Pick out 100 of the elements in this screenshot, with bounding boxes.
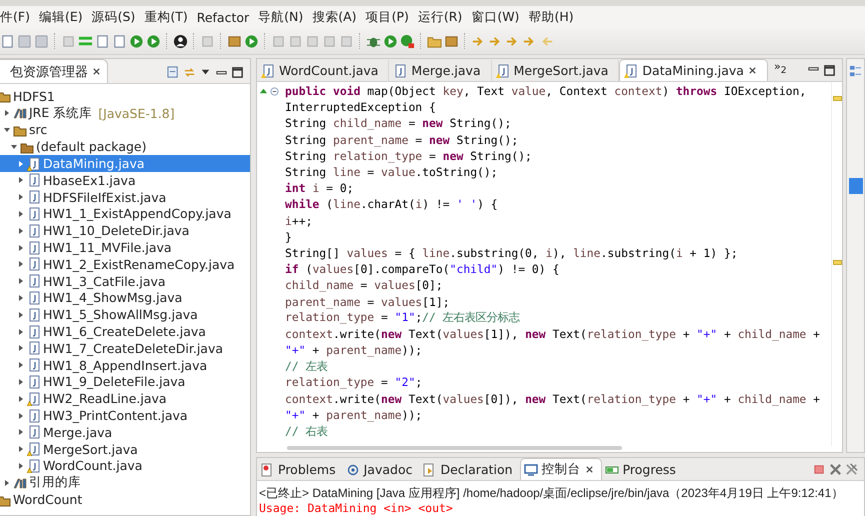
tree-item[interactable]: HW1_5_ShowAllMsg.java bbox=[0, 306, 250, 324]
tree-item[interactable]: 引用的库 bbox=[0, 474, 250, 492]
maximize-icon[interactable] bbox=[823, 64, 836, 76]
close-icon[interactable] bbox=[92, 67, 101, 76]
tree-item[interactable]: HW1_2_ExistRenameCopy.java bbox=[0, 256, 250, 273]
run-icon[interactable] bbox=[400, 34, 415, 48]
menu-item[interactable]: 帮助(H) bbox=[528, 8, 574, 26]
code-line: "+" + parent_name)); bbox=[285, 343, 422, 358]
editor-tab[interactable]: DataMining.java bbox=[619, 59, 768, 81]
tree-item[interactable]: HW1_3_CatFile.java bbox=[0, 272, 250, 290]
panel-tab[interactable]: Progress bbox=[602, 459, 683, 480]
collapsed-arrow-icon[interactable] bbox=[18, 294, 24, 302]
collapsed-arrow-icon[interactable] bbox=[18, 193, 24, 202]
code-line: if (values[0].compareTo("child") != 0) { bbox=[285, 262, 560, 276]
menu-item[interactable]: 搜索(A) bbox=[312, 8, 357, 26]
editor-tab[interactable]: WordCount.java bbox=[257, 60, 390, 81]
collapsed-arrow-icon[interactable] bbox=[18, 394, 24, 403]
collapsed-arrow-icon[interactable] bbox=[18, 428, 24, 436]
menu-item[interactable]: 项目(P) bbox=[366, 8, 409, 26]
person-icon[interactable] bbox=[173, 34, 188, 48]
tree-item[interactable]: HW1_6_CreateDelete.java bbox=[0, 323, 250, 340]
warning-marker[interactable] bbox=[833, 96, 842, 101]
remove-icon[interactable] bbox=[829, 462, 842, 476]
expanded-arrow-icon[interactable] bbox=[4, 126, 10, 134]
scrollbar[interactable] bbox=[287, 446, 622, 450]
tree-item[interactable]: WordCount.java bbox=[0, 458, 250, 474]
collapsed-arrow-icon[interactable] bbox=[18, 160, 24, 168]
menu-item[interactable]: 运行(R) bbox=[418, 8, 462, 26]
terminate-icon[interactable] bbox=[813, 462, 826, 476]
menu-item[interactable]: Refactor bbox=[196, 10, 250, 24]
outline-icon[interactable] bbox=[849, 65, 862, 78]
menu-item[interactable]: 件(F) bbox=[0, 8, 30, 26]
file-icon bbox=[27, 274, 41, 288]
panel-tab[interactable]: Declaration bbox=[419, 459, 520, 480]
code-line: context.write(new Text(values[1]), new Text(relation_type + "+" + child_name + bbox=[285, 326, 820, 341]
view-highlight[interactable] bbox=[848, 178, 862, 194]
collapsed-arrow-icon[interactable] bbox=[4, 478, 10, 487]
editor-tab[interactable]: Merge.java bbox=[389, 60, 492, 81]
tree-item[interactable]: HW1_4_ShowMsg.java bbox=[0, 290, 250, 306]
code-line: String parent_name = new String(); bbox=[285, 132, 518, 147]
collapsed-arrow-icon[interactable] bbox=[18, 378, 24, 386]
collapsed-arrow-icon[interactable] bbox=[18, 344, 24, 352]
panel-tab[interactable]: Problems bbox=[257, 459, 343, 480]
tree-item[interactable]: (default package) bbox=[0, 138, 250, 156]
collapse-all-icon[interactable] bbox=[167, 66, 180, 78]
collapsed-arrow-icon[interactable] bbox=[18, 361, 24, 370]
menu-item[interactable]: 窗口(W) bbox=[471, 8, 520, 26]
collapsed-arrow-icon[interactable] bbox=[18, 328, 24, 336]
collapsed-arrow-icon[interactable] bbox=[18, 260, 24, 268]
collapsed-arrow-icon[interactable] bbox=[18, 210, 24, 218]
tree-item[interactable]: DataMining.java bbox=[0, 155, 250, 172]
menu-item[interactable]: 源码(S) bbox=[92, 8, 136, 26]
editor-tab[interactable]: MergeSort.java bbox=[492, 60, 620, 81]
maximize-icon[interactable] bbox=[231, 66, 244, 78]
collapsed-arrow-icon[interactable] bbox=[18, 310, 24, 319]
tree-item[interactable]: HW1_8_AppendInsert.java bbox=[0, 356, 250, 374]
collapsed-arrow-icon[interactable] bbox=[18, 226, 24, 235]
collapsed-arrow-icon[interactable] bbox=[18, 445, 24, 454]
menu-item[interactable]: 重构(T) bbox=[144, 8, 188, 26]
menu-item[interactable]: 编辑(E) bbox=[38, 8, 83, 26]
library-icon bbox=[13, 476, 27, 490]
tree-item[interactable]: Merge.java bbox=[0, 424, 250, 441]
tree-item[interactable]: JRE 系统库 [JavaSE-1.8] bbox=[0, 104, 250, 122]
tree-item[interactable]: HW1_10_DeleteDir.java bbox=[0, 222, 250, 240]
console-line: <已终止> DataMining [Java 应用程序] /home/hadoop/桌面/eclipse/jre/bin/java（2023年4月19日 上午9:12:41） bbox=[259, 485, 844, 501]
tree-item[interactable]: HW1_1_ExistAppendCopy.java bbox=[0, 206, 250, 222]
tree-item[interactable]: HDFSFileIfExist.java bbox=[0, 188, 250, 206]
collapsed-arrow-icon[interactable] bbox=[18, 176, 24, 184]
close-icon[interactable] bbox=[748, 66, 757, 75]
file-icon bbox=[27, 442, 41, 456]
tree-item[interactable]: HW1_7_CreateDeleteDir.java bbox=[0, 340, 250, 357]
view-tab[interactable]: 包资源管理器 bbox=[0, 59, 108, 83]
menu-item[interactable]: 导航(N) bbox=[258, 8, 304, 26]
remove-all-icon[interactable] bbox=[845, 462, 858, 476]
tree-item[interactable]: HW3_PrintContent.java bbox=[0, 407, 250, 424]
tree-item[interactable]: HW1_11_MVFile.java bbox=[0, 239, 250, 256]
run-icon[interactable] bbox=[383, 34, 398, 48]
code-line: relation_type = "2"; bbox=[285, 375, 422, 390]
collapsed-arrow-icon[interactable] bbox=[18, 244, 24, 252]
collapsed-arrow-icon[interactable] bbox=[4, 109, 10, 118]
collapsed-arrow-icon[interactable] bbox=[18, 277, 24, 286]
panel-tab[interactable]: Javadoc bbox=[342, 459, 420, 480]
more-tabs-button[interactable]: »$_{2}$ bbox=[768, 60, 793, 80]
close-icon[interactable] bbox=[584, 465, 594, 474]
java-file-icon bbox=[624, 64, 638, 78]
fold-icon[interactable] bbox=[270, 86, 279, 96]
panel-tab[interactable]: 控制台 bbox=[520, 458, 602, 480]
tree-item[interactable]: HDFS1 bbox=[0, 88, 250, 105]
collapsed-arrow-icon[interactable] bbox=[18, 412, 24, 420]
warning-marker[interactable] bbox=[833, 260, 842, 265]
code-line: // 左表 bbox=[285, 358, 328, 374]
tree-item[interactable]: WordCount bbox=[0, 491, 250, 508]
tree-item[interactable]: MergeSort.java bbox=[0, 440, 250, 458]
collapsed-arrow-icon[interactable] bbox=[18, 462, 24, 470]
tree-item[interactable]: src bbox=[0, 122, 250, 138]
expanded-arrow-icon[interactable] bbox=[11, 142, 17, 151]
new-file-icon[interactable] bbox=[0, 34, 15, 48]
tree-item[interactable]: HW2_ReadLine.java bbox=[0, 390, 250, 408]
tree-item[interactable]: HW1_9_DeleteFile.java bbox=[0, 374, 250, 390]
tree-item[interactable]: HbaseEx1.java bbox=[0, 172, 250, 189]
